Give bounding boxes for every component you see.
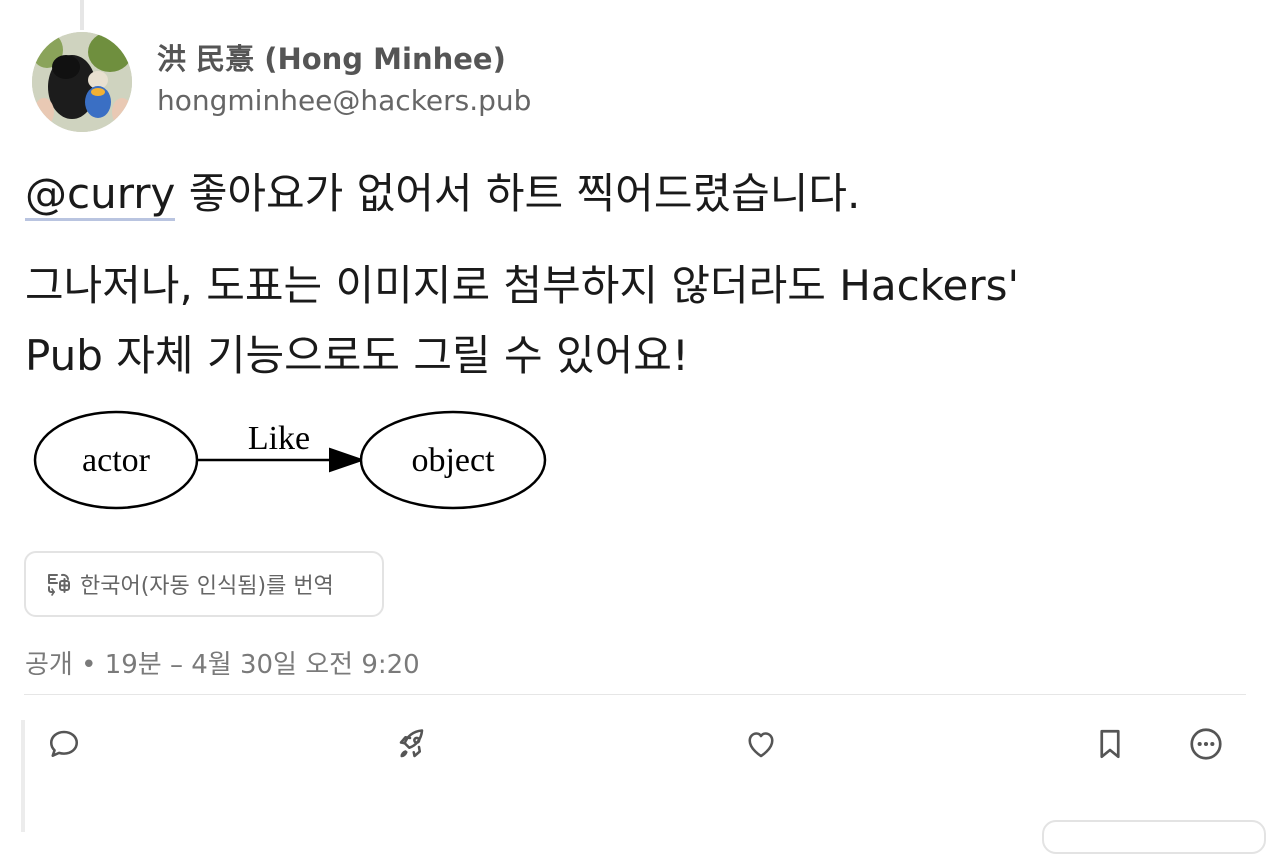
post-text: 좋아요가 없어서 하트 찍어드렸습니다. bbox=[175, 169, 861, 218]
author-handle[interactable]: hongminhee@hackers.pub bbox=[157, 84, 531, 117]
diagram-node-actor-label: actor bbox=[82, 442, 151, 479]
translate-icon bbox=[48, 573, 70, 596]
avatar[interactable] bbox=[32, 32, 132, 132]
like-button[interactable] bbox=[741, 724, 781, 764]
bookmark-icon bbox=[1100, 729, 1120, 759]
post-paragraph-2-line-2: Pub 자체 기능으로도 그릴 수 있어요! bbox=[25, 331, 689, 380]
graph-diagram: actor Like object bbox=[33, 410, 547, 510]
divider bbox=[24, 694, 1246, 695]
diagram-node-object-label: object bbox=[411, 442, 495, 479]
translate-button-label: 한국어(자동 인식됨)를 번역 bbox=[80, 574, 334, 599]
boost-rocket-icon bbox=[399, 729, 424, 758]
translate-button[interactable]: 한국어(자동 인식됨)를 번역 bbox=[24, 551, 384, 617]
reply-icon bbox=[49, 730, 79, 757]
post-meta[interactable]: 공개 • 19분 – 4월 30일 오전 9:20 bbox=[25, 644, 420, 681]
thread-line bbox=[21, 720, 25, 832]
diagram-edge-arrowhead bbox=[329, 447, 366, 473]
reply-button[interactable] bbox=[44, 724, 84, 764]
heart-icon bbox=[748, 732, 774, 758]
avatar-image bbox=[32, 32, 132, 132]
more-options-icon bbox=[1190, 728, 1222, 760]
post-paragraph-1: @curry 좋아요가 없어서 하트 찍어드렸습니다. bbox=[25, 160, 860, 221]
author-name[interactable]: 洪 民憙 (Hong Minhee) bbox=[157, 36, 506, 78]
bookmark-button[interactable] bbox=[1090, 724, 1130, 764]
boost-button[interactable] bbox=[393, 724, 433, 764]
mention-link[interactable]: @curry bbox=[25, 169, 176, 221]
post-paragraph-2-line-1: 그나저나, 도표는 이미지로 첨부하지 않더라도 Hackers' bbox=[25, 261, 1020, 310]
more-options-button[interactable] bbox=[1186, 724, 1226, 764]
thread-line bbox=[80, 0, 84, 30]
diagram-edge-label: Like bbox=[248, 420, 310, 457]
next-post-card[interactable] bbox=[1042, 820, 1266, 854]
